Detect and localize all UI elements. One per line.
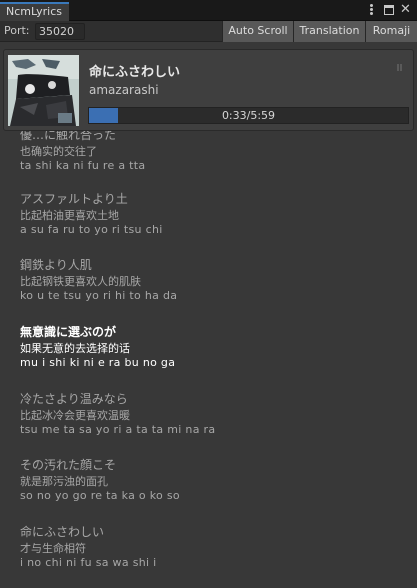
progress-bar[interactable]: 0:33/5:59 bbox=[88, 107, 409, 124]
kebab-menu-icon[interactable] bbox=[366, 3, 377, 16]
lyric-translation: 如果无意的去选择的话 bbox=[20, 342, 130, 355]
song-artist: amazarashi bbox=[89, 83, 159, 97]
lyric-japanese: 無意識に選ぶのが bbox=[20, 325, 117, 339]
lyric-romaji: mu i shi ki ni e ra bu no ga bbox=[20, 356, 176, 369]
progress-time: 0:33/5:59 bbox=[221, 109, 276, 122]
now-playing-card: 命にふさわしい amazarashi 0:33/5:59 bbox=[3, 49, 414, 131]
close-icon[interactable]: ✕ bbox=[400, 3, 411, 16]
lyric-line: 優…に触れ合った 也确实的交往了 ta shi ka ni fu re a tta bbox=[20, 131, 145, 172]
lyric-line: アスファルトより土 比起柏油更喜欢土地 a su fa ru to yo ri ts… bbox=[20, 190, 163, 236]
toolbar: Port: Auto Scroll Translation Romaji bbox=[0, 21, 417, 42]
lyric-romaji: tsu me ta sa yo ri a ta ta mi na ra bbox=[20, 423, 216, 436]
window-controls: ✕ bbox=[366, 3, 411, 16]
lyric-translation: 比起柏油更喜欢土地 bbox=[20, 209, 119, 222]
lyric-line: 命にふさわしい 才与生命相符 i no chi ni fu sa wa shi i bbox=[20, 523, 157, 569]
lyric-romaji: i no chi ni fu sa wa shi i bbox=[20, 556, 157, 569]
lyric-line-current: 無意識に選ぶのが 如果无意的去选择的话 mu i shi ki ni e ra bu… bbox=[20, 323, 175, 369]
lyric-romaji: so no yo go re ta ka o ko so bbox=[20, 489, 180, 502]
lyrics-panel[interactable]: 優…に触れ合った 也确实的交往了 ta shi ka ni fu re a tta ア… bbox=[0, 131, 417, 588]
lyric-japanese: 優…に触れ合った bbox=[20, 131, 117, 142]
tab-bar: NcmLyrics ✕ bbox=[0, 0, 417, 21]
pause-icon[interactable] bbox=[397, 64, 402, 71]
lyric-japanese: 冷たさより温みなら bbox=[20, 392, 128, 406]
port-label: Port: bbox=[4, 24, 30, 37]
song-title: 命にふさわしい bbox=[89, 65, 181, 80]
lyric-romaji: ta shi ka ni fu re a tta bbox=[20, 159, 146, 172]
lyric-japanese: アスファルトより土 bbox=[20, 192, 128, 206]
tab-ncmlyrics[interactable]: NcmLyrics bbox=[0, 2, 69, 21]
lyric-translation: 就是那污浊的面孔 bbox=[20, 475, 108, 488]
lyric-translation: 比起冰冷会更喜欢温暖 bbox=[20, 409, 130, 422]
lyric-translation: 比起钢铁更喜欢人的肌肤 bbox=[20, 275, 141, 288]
lyric-translation: 也确实的交往了 bbox=[20, 145, 97, 158]
lyric-line: その汚れた顔こそ 就是那污浊的面孔 so no yo go re ta ka o k… bbox=[20, 456, 180, 502]
lyric-line: 冷たさより温みなら 比起冰冷会更喜欢温暖 tsu me ta sa yo ri a … bbox=[20, 390, 215, 436]
lyric-line: 鋼鉄より人肌比起钢铁更喜欢人的肌肤 ko u te tsu yo ri hi to… bbox=[20, 256, 177, 302]
lyric-translation: 才与生命相符 bbox=[20, 542, 86, 555]
auto-scroll-button[interactable]: Auto Scroll bbox=[222, 21, 293, 42]
port-input[interactable] bbox=[35, 23, 85, 40]
album-cover bbox=[8, 55, 79, 126]
romaji-button[interactable]: Romaji bbox=[365, 21, 417, 42]
lyric-japanese: 鋼鉄より人肌 bbox=[20, 258, 92, 272]
maximize-icon[interactable] bbox=[383, 3, 394, 16]
lyric-romaji: ko u te tsu yo ri hi to ha da bbox=[20, 289, 178, 302]
translation-button[interactable]: Translation bbox=[293, 21, 365, 42]
lyric-japanese: 命にふさわしい bbox=[20, 525, 105, 539]
lyric-japanese: その汚れた顔こそ bbox=[20, 458, 117, 472]
lyric-romaji: a su fa ru to yo ri tsu chi bbox=[20, 223, 163, 236]
